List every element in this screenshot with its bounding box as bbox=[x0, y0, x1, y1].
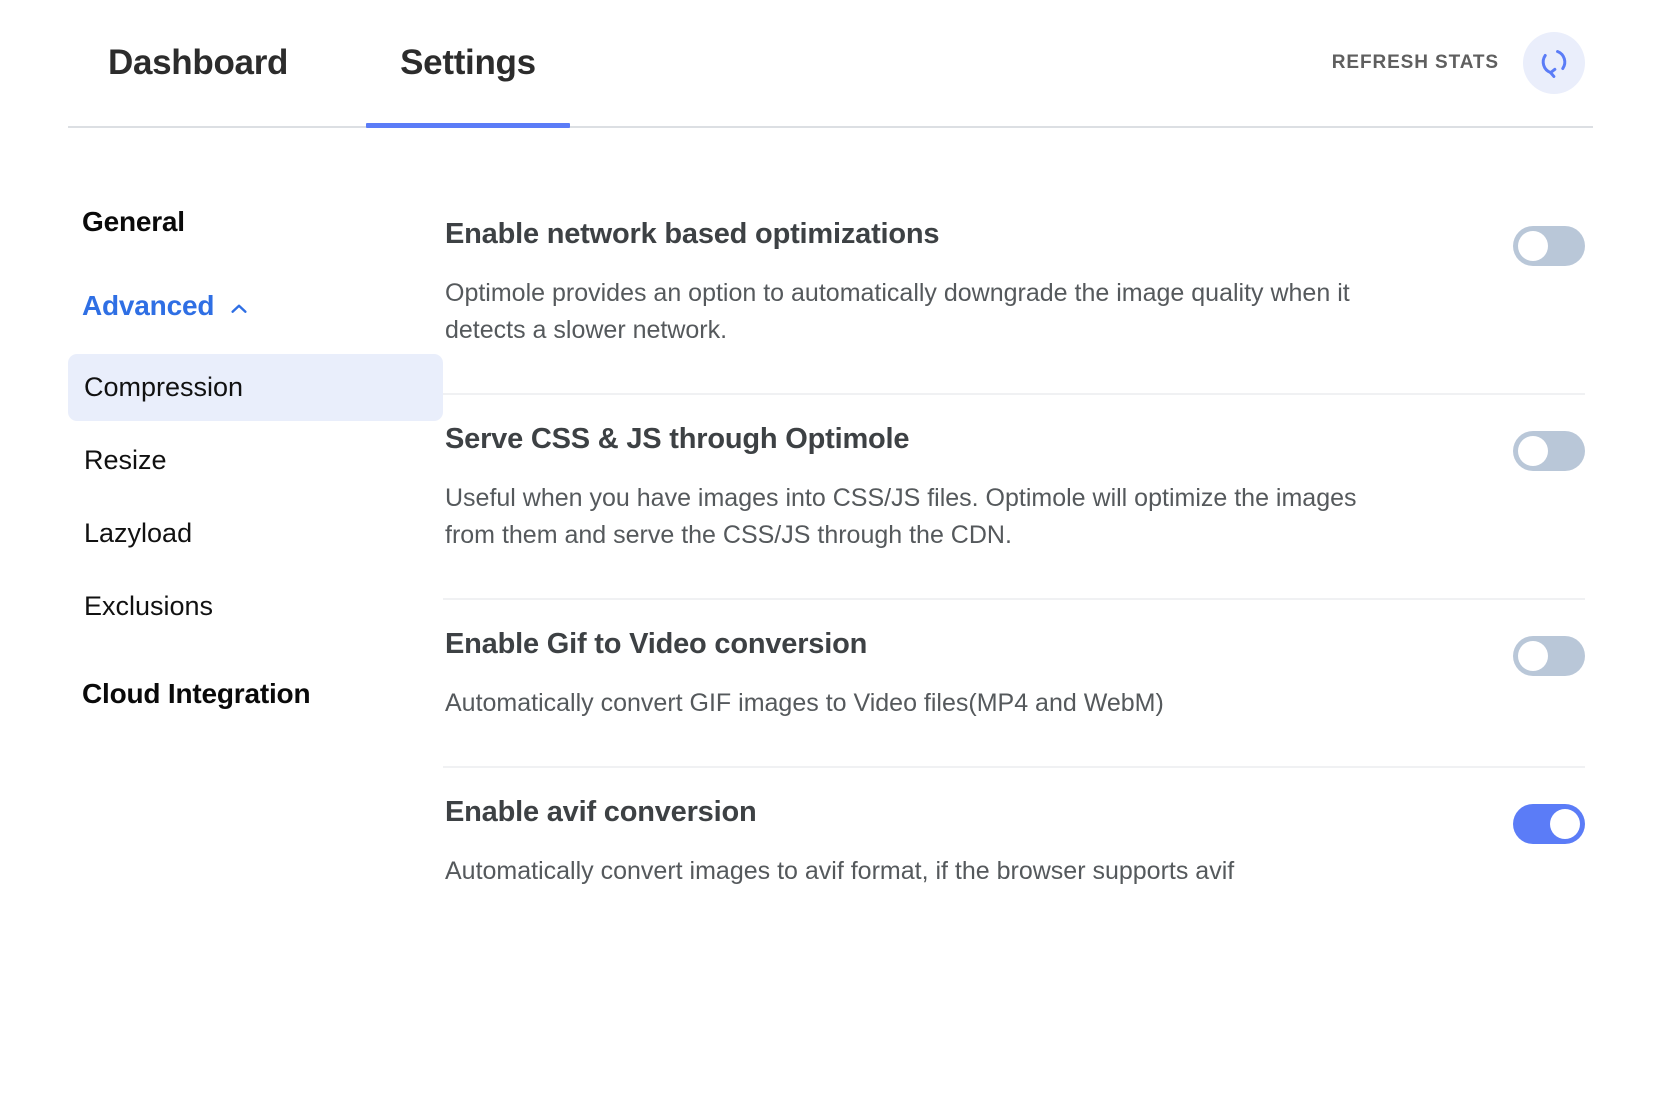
toggle-gif-to-video[interactable] bbox=[1513, 636, 1585, 676]
sidebar-item-cloud-integration-label: Cloud Integration bbox=[82, 678, 311, 709]
toggle-network-optimizations[interactable] bbox=[1513, 226, 1585, 266]
setting-title: Enable avif conversion bbox=[445, 796, 757, 828]
tab-settings[interactable]: Settings bbox=[344, 0, 592, 128]
page-body: General Advanced Compression Resize Lazy… bbox=[0, 128, 1661, 934]
chevron-up-icon bbox=[228, 295, 250, 317]
setting-text: Enable Gif to Video conversion Automatic… bbox=[443, 628, 1433, 722]
setting-title: Enable Gif to Video conversion bbox=[445, 628, 868, 660]
setting-text: Serve CSS & JS through Optimole Useful w… bbox=[443, 423, 1433, 554]
setting-description: Automatically convert GIF images to Vide… bbox=[445, 689, 1164, 717]
setting-description: Optimole provides an option to automatic… bbox=[445, 279, 1350, 344]
tab-dashboard-label: Dashboard bbox=[108, 43, 289, 82]
sidebar-item-general[interactable]: General bbox=[68, 206, 443, 238]
setting-text: Enable network based optimizations Optim… bbox=[443, 218, 1433, 349]
refresh-icon-button[interactable] bbox=[1523, 32, 1585, 94]
setting-description: Useful when you have images into CSS/JS … bbox=[445, 484, 1357, 549]
refresh-stats-button[interactable]: REFRESH STATS bbox=[1332, 52, 1499, 74]
sidebar-item-advanced[interactable]: Advanced bbox=[68, 290, 443, 322]
sidebar-item-compression[interactable]: Compression bbox=[68, 354, 443, 421]
sidebar-item-lazyload[interactable]: Lazyload bbox=[68, 500, 443, 567]
refresh-icon bbox=[1537, 45, 1571, 82]
sidebar-item-compression-label: Compression bbox=[84, 372, 244, 402]
settings-sidebar: General Advanced Compression Resize Lazy… bbox=[68, 128, 443, 934]
sidebar-item-exclusions-label: Exclusions bbox=[84, 591, 214, 621]
toggle-container bbox=[1473, 796, 1585, 844]
toggle-container bbox=[1473, 628, 1585, 676]
toggle-container bbox=[1473, 218, 1585, 266]
setting-description: Automatically convert images to avif for… bbox=[445, 857, 1235, 885]
sidebar-item-resize[interactable]: Resize bbox=[68, 427, 443, 494]
sidebar-item-resize-label: Resize bbox=[84, 445, 167, 475]
setting-title: Serve CSS & JS through Optimole bbox=[445, 423, 910, 455]
settings-list: Enable network based optimizations Optim… bbox=[443, 128, 1593, 934]
settings-page: Dashboard Settings REFRESH STATS General… bbox=[0, 0, 1661, 1108]
setting-row-avif-conversion: Enable avif conversion Automatically con… bbox=[443, 768, 1585, 934]
setting-title: Enable network based optimizations bbox=[445, 218, 940, 250]
tab-bar: Dashboard Settings bbox=[68, 0, 592, 128]
sidebar-item-general-label: General bbox=[82, 206, 185, 237]
toggle-container bbox=[1473, 423, 1585, 471]
toggle-knob bbox=[1518, 436, 1548, 466]
toggle-knob bbox=[1518, 231, 1548, 261]
sidebar-item-cloud-integration[interactable]: Cloud Integration bbox=[68, 678, 443, 710]
setting-row-gif-to-video: Enable Gif to Video conversion Automatic… bbox=[443, 600, 1585, 768]
setting-row-serve-css-js: Serve CSS & JS through Optimole Useful w… bbox=[443, 395, 1585, 600]
toggle-avif-conversion[interactable] bbox=[1513, 804, 1585, 844]
sidebar-item-lazyload-label: Lazyload bbox=[84, 518, 193, 548]
page-header: Dashboard Settings REFRESH STATS bbox=[68, 0, 1593, 128]
sidebar-sub-list: Compression Resize Lazyload Exclusions bbox=[68, 354, 443, 640]
setting-text: Enable avif conversion Automatically con… bbox=[443, 796, 1433, 890]
sidebar-item-exclusions[interactable]: Exclusions bbox=[68, 573, 443, 640]
setting-row-network-optimizations: Enable network based optimizations Optim… bbox=[443, 190, 1585, 395]
toggle-serve-css-js[interactable] bbox=[1513, 431, 1585, 471]
header-actions: REFRESH STATS bbox=[1332, 32, 1593, 94]
toggle-knob bbox=[1550, 809, 1580, 839]
sidebar-item-advanced-label: Advanced bbox=[82, 290, 215, 321]
tab-settings-label: Settings bbox=[400, 43, 536, 82]
tab-dashboard[interactable]: Dashboard bbox=[68, 0, 344, 126]
toggle-knob bbox=[1518, 641, 1548, 671]
